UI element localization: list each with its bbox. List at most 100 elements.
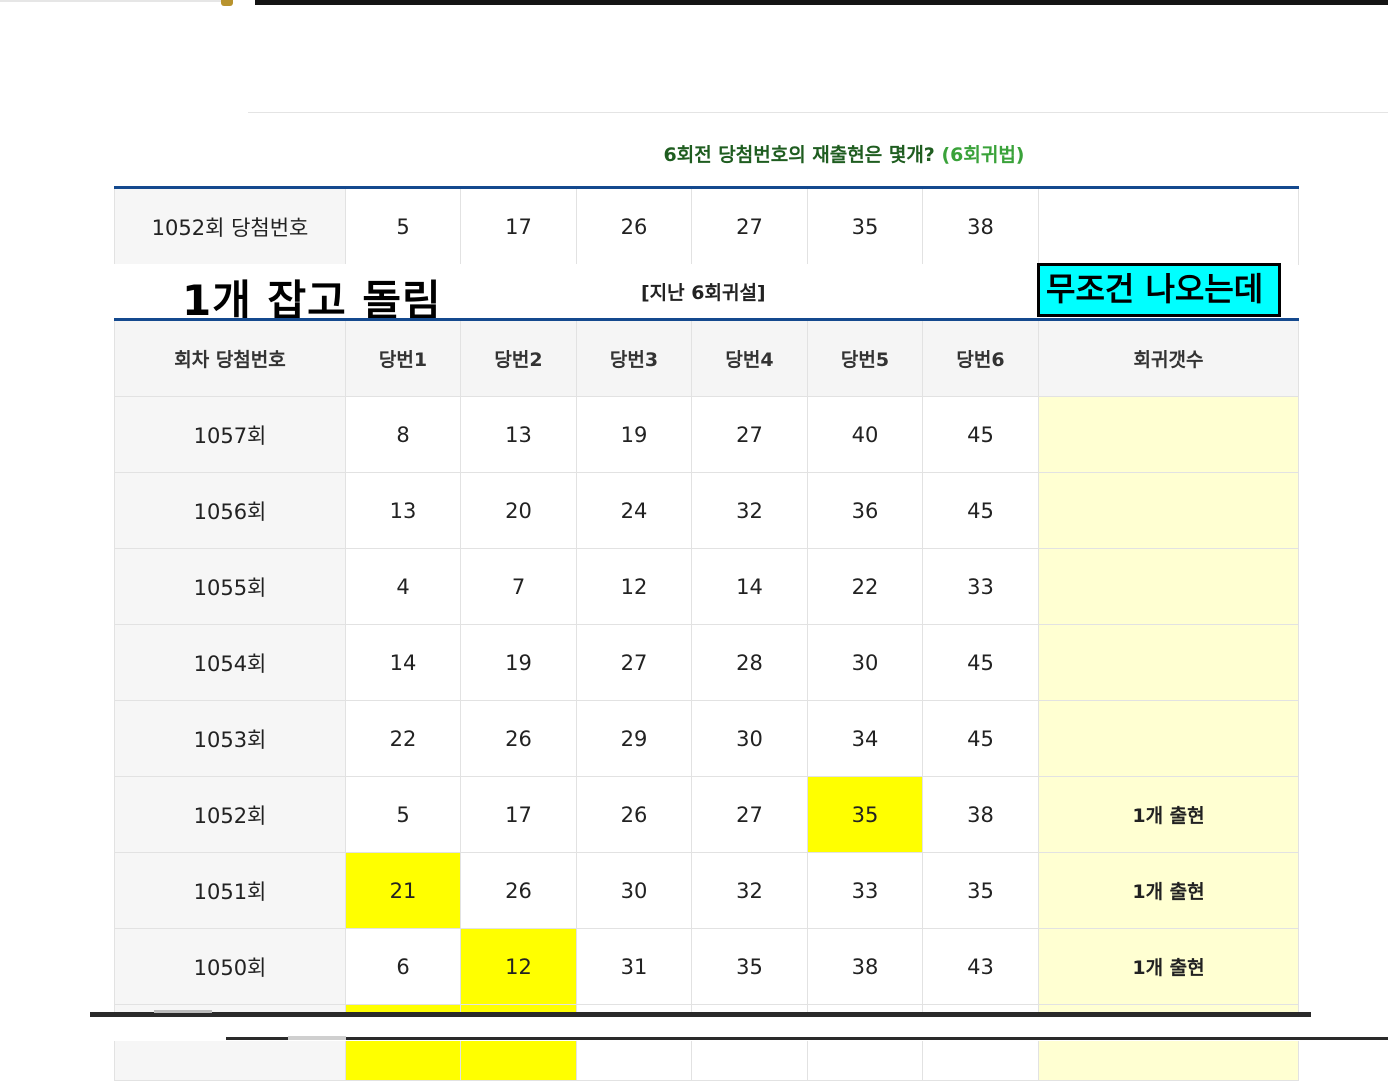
number-cell: 22: [807, 548, 923, 625]
page-heading: 6회전 당첨번호의 재출현은 몇개? (6회귀법): [0, 140, 1388, 167]
number-cell: 19: [576, 396, 692, 473]
number-cell: 13: [345, 472, 461, 549]
return-count-cell: [1038, 396, 1299, 473]
note-right: 무조건 나오는데: [1037, 263, 1281, 317]
number-cell: 7: [460, 548, 577, 625]
number-cell: 35: [691, 928, 808, 1005]
column-header-1: 회차 당첨번호: [114, 319, 346, 397]
number-cell: 45: [922, 624, 1039, 701]
top-banner-strip: [255, 0, 1388, 5]
number-cell: 31: [576, 928, 692, 1005]
top-marker-icon: [221, 0, 233, 6]
column-header-2: 당번1: [345, 319, 461, 397]
number-cell: 36: [807, 472, 923, 549]
column-header-4: 당번3: [576, 319, 692, 397]
number-cell: 45: [922, 472, 1039, 549]
number-cell: 32: [691, 852, 808, 929]
section-divider: [248, 112, 1388, 113]
number-cell: 35: [807, 776, 923, 853]
return-count-cell: [1038, 700, 1299, 777]
number-cell: 26: [460, 852, 577, 929]
number-cell: 45: [922, 396, 1039, 473]
column-header-5: 당번4: [691, 319, 808, 397]
number-cell: 45: [922, 700, 1039, 777]
round-cell: 1050회: [114, 928, 346, 1005]
table-row: 1054회 14 19 27 28 30 45: [114, 624, 1299, 701]
winning-number-4: 27: [691, 187, 808, 265]
number-cell: 17: [460, 776, 577, 853]
top-browser-edge: [0, 0, 222, 2]
number-cell: 38: [807, 928, 923, 1005]
return-count-cell: [1038, 624, 1299, 701]
column-header-3: 당번2: [460, 319, 577, 397]
number-cell: 8: [345, 396, 461, 473]
table-row: 1050회 6 12 31 35 38 43 1개 출현: [114, 928, 1299, 1005]
number-cell: 19: [460, 624, 577, 701]
number-cell: 14: [691, 548, 808, 625]
return-count-cell: 1개 출현: [1038, 776, 1299, 853]
table-row: 1052회 5 17 26 27 35 38 1개 출현: [114, 776, 1299, 853]
history-table: 회차 당첨번호 당번1 당번2 당번3 당번4 당번5 당번6 회귀갯수 1057회 8 13 19…: [114, 318, 1299, 1081]
number-cell: 12: [576, 548, 692, 625]
winning-empty-cell: [1038, 187, 1299, 265]
return-count-cell: [1038, 548, 1299, 625]
column-header-6: 당번5: [807, 319, 923, 397]
table-row: 1051회 21 26 30 32 33 35 1개 출현: [114, 852, 1299, 929]
winning-number-3: 26: [576, 187, 692, 265]
number-cell: 33: [807, 852, 923, 929]
number-cell: 40: [807, 396, 923, 473]
number-cell: 32: [691, 472, 808, 549]
table-row: 1056회 13 20 24 32 36 45: [114, 472, 1299, 549]
number-cell: 22: [345, 700, 461, 777]
number-cell: 30: [576, 852, 692, 929]
number-cell: 21: [345, 852, 461, 929]
winning-number-2: 17: [460, 187, 577, 265]
winning-number-1: 5: [345, 187, 461, 265]
winning-number-6: 38: [922, 187, 1039, 265]
number-cell: 24: [576, 472, 692, 549]
winning-number-5: 35: [807, 187, 923, 265]
winning-row: 1052회 당첨번호 5 17 26 27 35 38: [114, 187, 1299, 265]
number-cell: 12: [460, 928, 577, 1005]
table-row: 1055회 4 7 12 14 22 33: [114, 548, 1299, 625]
round-cell: 1055회: [114, 548, 346, 625]
number-cell: 30: [691, 700, 808, 777]
round-cell: 1056회: [114, 472, 346, 549]
number-cell: 43: [922, 928, 1039, 1005]
number-cell: 26: [576, 776, 692, 853]
scrollbar-thumb[interactable]: [154, 1010, 212, 1013]
number-cell: 35: [922, 852, 1039, 929]
table-row: 1053회 22 26 29 30 34 45: [114, 700, 1299, 777]
round-cell: 1053회: [114, 700, 346, 777]
return-count-cell: 1개 출현: [1038, 928, 1299, 1005]
round-cell: 1054회: [114, 624, 346, 701]
number-cell: 33: [922, 548, 1039, 625]
number-cell: 20: [460, 472, 577, 549]
table-row: 1057회 8 13 19 27 40 45: [114, 396, 1299, 473]
round-cell: 1051회: [114, 852, 346, 929]
heading-sub: (6회귀법): [941, 144, 1025, 166]
number-cell: 27: [691, 396, 808, 473]
bottom-tab[interactable]: [288, 1036, 346, 1040]
number-cell: 5: [345, 776, 461, 853]
number-cell: 34: [807, 700, 923, 777]
number-cell: 26: [460, 700, 577, 777]
number-cell: 4: [345, 548, 461, 625]
number-cell: 29: [576, 700, 692, 777]
winning-numbers-table: 1052회 당첨번호 5 17 26 27 35 38: [114, 186, 1299, 265]
return-count-cell: [1038, 472, 1299, 549]
column-header-8: 회귀갯수: [1038, 319, 1299, 397]
heading-main: 6회전 당첨번호의 재출현은 몇개?: [663, 144, 935, 166]
number-cell: 30: [807, 624, 923, 701]
round-cell: 1052회: [114, 776, 346, 853]
number-cell: 6: [345, 928, 461, 1005]
round-cell: 1057회: [114, 396, 346, 473]
bottom-toolbar-edge: [226, 1036, 1388, 1040]
table-header-row: 회차 당첨번호 당번1 당번2 당번3 당번4 당번5 당번6 회귀갯수: [114, 319, 1299, 397]
return-count-cell: 1개 출현: [1038, 852, 1299, 929]
number-cell: 27: [691, 776, 808, 853]
number-cell: 27: [576, 624, 692, 701]
column-header-7: 당번6: [922, 319, 1039, 397]
number-cell: 38: [922, 776, 1039, 853]
number-cell: 14: [345, 624, 461, 701]
